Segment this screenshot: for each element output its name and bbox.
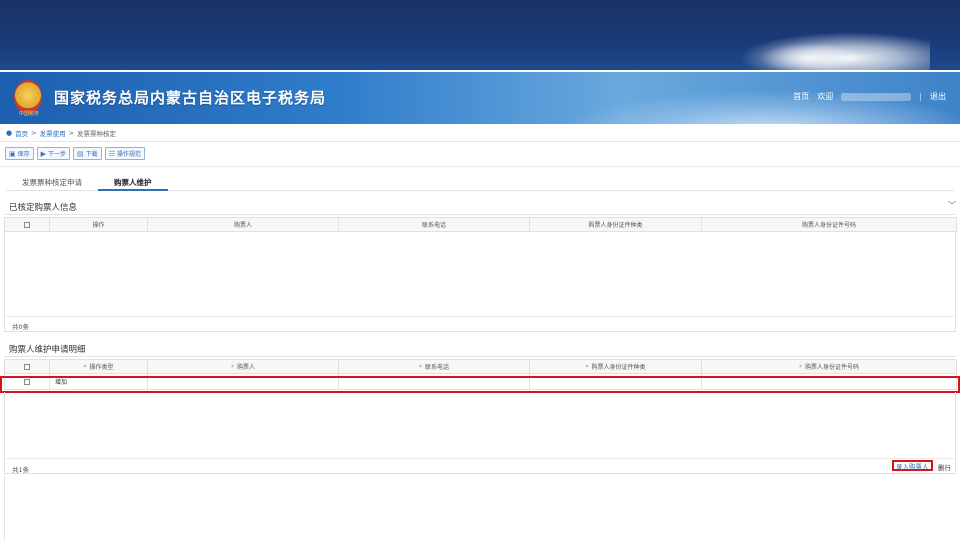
tax-emblem-icon <box>14 80 42 114</box>
user-name-blurred <box>841 92 912 101</box>
guide-icon: ☷ <box>108 149 115 158</box>
link-separator: | <box>919 92 922 101</box>
chevron-down-icon[interactable]: ﹀ <box>948 200 956 211</box>
welcome-text: 欢迎 <box>817 92 834 101</box>
breadcrumb-sep: > <box>68 129 75 137</box>
highlight-box <box>0 376 960 393</box>
breadcrumb-sep: > <box>31 129 37 137</box>
col-header: * 购票人身份证件号码 <box>701 359 957 374</box>
operation-guide-label: 操作规范 <box>116 151 141 158</box>
top-links: 首页 欢迎 | 退出 <box>793 91 946 102</box>
play-icon: ▶ <box>40 149 47 158</box>
site-title: 国家税务总局内蒙古自治区电子税务局 <box>54 89 327 107</box>
select-all-checkbox[interactable] <box>4 359 50 374</box>
approved-buyers-table: 操作 购票人 联系电话 购票人身份证件种类 购票人身份证件号码 <box>4 217 957 232</box>
section-title-approved-buyers: 已核定购票人信息 <box>9 203 78 213</box>
delete-row-button[interactable]: 删行 <box>938 462 951 472</box>
download-button[interactable]: ▤ 下载 <box>73 147 102 160</box>
col-header: 联系电话 <box>338 217 530 232</box>
record-count: 共0条 <box>12 323 30 331</box>
table-footer: 共1条 <box>4 458 956 474</box>
col-header: 购票人 <box>147 217 339 232</box>
operation-guide-button[interactable]: ☷ 操作规范 <box>104 147 145 160</box>
section-title-buyer-maintenance-details: 购票人维护申请明细 <box>9 345 86 355</box>
toolbar: ▣ 保存 ▶ 下一步 ▤ 下载 ☷ 操作规范 <box>5 147 145 160</box>
save-label: 保存 <box>17 151 30 158</box>
table-body <box>4 392 956 458</box>
divider <box>4 214 956 215</box>
col-header: * 操作类型 <box>49 359 148 374</box>
tab-buyer-maintenance[interactable]: 购票人维护 <box>98 173 168 191</box>
tab-bar: 发票票种核定申请 购票人维护 <box>6 173 954 191</box>
logout-link[interactable]: 退出 <box>930 91 946 102</box>
col-header: 操作 <box>49 217 148 232</box>
next-step-button[interactable]: ▶ 下一步 <box>36 147 71 160</box>
table-footer: 共0条 <box>4 316 956 332</box>
download-label: 下载 <box>85 151 98 158</box>
breadcrumb-home[interactable]: 首页 <box>15 128 28 138</box>
add-buyer-button[interactable]: 录入购票人 <box>892 460 933 471</box>
breadcrumb-invoice-use[interactable]: 发票使用 <box>40 128 66 138</box>
tab-invoice-type-application[interactable]: 发票票种核定申请 <box>6 173 98 191</box>
save-button[interactable]: ▣ 保存 <box>5 147 34 160</box>
divider <box>4 356 956 357</box>
table-body-empty <box>4 232 956 316</box>
site-banner: 中国税务 国家税务总局内蒙古自治区电子税务局 首页 欢迎 | 退出 <box>0 72 960 124</box>
divider <box>0 166 960 167</box>
slide-background <box>0 0 960 70</box>
col-header: 购票人身份证件号码 <box>701 217 957 232</box>
frame-edge <box>4 476 5 540</box>
download-icon: ▤ <box>77 149 84 158</box>
record-count: 共1条 <box>12 466 30 474</box>
home-link[interactable]: 首页 <box>793 91 809 102</box>
save-icon: ▣ <box>9 149 16 158</box>
breadcrumb: ● 首页 > 发票使用 > 发票票种核定 <box>6 128 116 138</box>
col-header: * 购票人 <box>147 359 339 374</box>
select-all-checkbox[interactable] <box>4 217 50 232</box>
col-header: 购票人身份证件种类 <box>529 217 702 232</box>
location-pin-icon: ● <box>6 129 13 137</box>
col-header: * 购票人身份证件种类 <box>529 359 702 374</box>
divider <box>0 141 960 142</box>
col-header: * 联系电话 <box>338 359 530 374</box>
next-step-label: 下一步 <box>48 151 67 158</box>
cloud-decoration <box>750 40 870 70</box>
breadcrumb-current: 发票票种核定 <box>77 130 117 138</box>
emblem-text: 中国税务 <box>18 111 39 117</box>
